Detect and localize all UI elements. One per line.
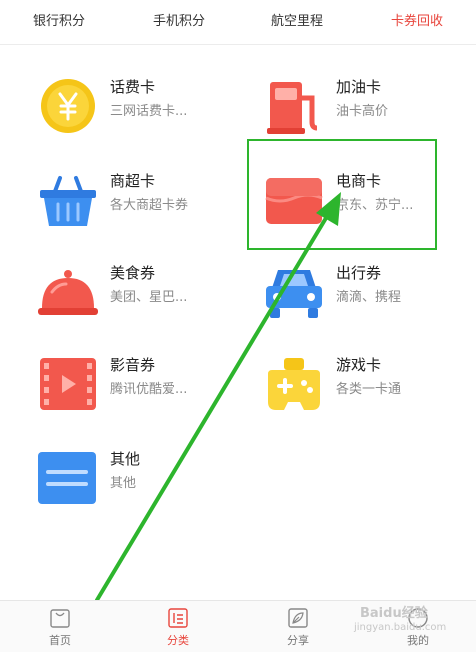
item-food-voucher[interactable]: 美食券 美团、星巴... [38, 256, 258, 332]
film-icon [40, 358, 96, 410]
item-subtitle: 各大商超卡券 [110, 198, 189, 213]
yen-coin-icon [41, 79, 95, 133]
category-icon [168, 608, 188, 628]
item-title: 影音券 [110, 356, 156, 374]
item-fuel-card[interactable]: 加油卡 油卡高价 [264, 70, 476, 146]
item-subtitle: 美团、星巴... [110, 290, 188, 305]
item-travel-voucher[interactable]: 出行券 滴滴、携程 [264, 256, 476, 332]
tab-phone-points[interactable]: 手机积分 [124, 0, 234, 44]
nav-label: 分享 [287, 634, 309, 647]
item-title: 出行券 [336, 264, 382, 282]
item-subtitle: 其他 [110, 476, 137, 491]
shopping-basket-icon [40, 176, 96, 226]
car-icon [266, 270, 322, 318]
category-tabs: 银行积分 手机积分 航空里程 卡券回收 [0, 0, 476, 45]
item-title: 游戏卡 [336, 356, 382, 374]
watermark-url: jingyan.baidu.com [354, 622, 447, 633]
item-phone-card[interactable]: 话费卡 三网话费卡... [38, 70, 258, 146]
nav-label: 首页 [49, 634, 71, 647]
item-subtitle: 腾讯优酷爱... [110, 382, 188, 397]
nav-label: 分类 [167, 634, 189, 647]
baidu-watermark: Baidu经验 jingyan.baidu.com [330, 594, 470, 646]
item-title: 美食券 [110, 264, 156, 282]
item-title: 其他 [110, 450, 141, 468]
tab-airline-miles[interactable]: 航空里程 [242, 0, 352, 44]
highlight-box [247, 139, 437, 250]
item-media-voucher[interactable]: 影音券 腾讯优酷爱... [38, 348, 258, 424]
item-other[interactable]: 其他 其他 [38, 442, 258, 518]
item-subtitle: 三网话费卡... [110, 104, 188, 119]
watermark-text: Baidu经验 [360, 606, 428, 621]
item-title: 加油卡 [336, 78, 382, 96]
share-leaf-icon [288, 608, 308, 628]
home-bag-icon [50, 609, 70, 628]
gamepad-icon [268, 358, 320, 410]
nav-home[interactable]: 首页 [20, 601, 100, 652]
item-game-card[interactable]: 游戏卡 各类一卡通 [264, 348, 476, 424]
fuel-pump-icon [267, 82, 318, 134]
item-title: 商超卡 [110, 172, 156, 190]
food-cloche-icon [38, 270, 98, 315]
tab-bank-points[interactable]: 银行积分 [4, 0, 114, 44]
item-subtitle: 滴滴、携程 [336, 290, 402, 305]
other-card-icon [38, 452, 96, 504]
item-subtitle: 各类一卡通 [336, 382, 402, 397]
nav-category[interactable]: 分类 [138, 601, 218, 652]
tab-card-recycle[interactable]: 卡券回收 [362, 0, 472, 44]
item-supermarket-card[interactable]: 商超卡 各大商超卡券 [38, 164, 258, 240]
item-title: 话费卡 [110, 78, 156, 96]
nav-share[interactable]: 分享 [258, 601, 338, 652]
item-subtitle: 油卡高价 [336, 104, 389, 119]
